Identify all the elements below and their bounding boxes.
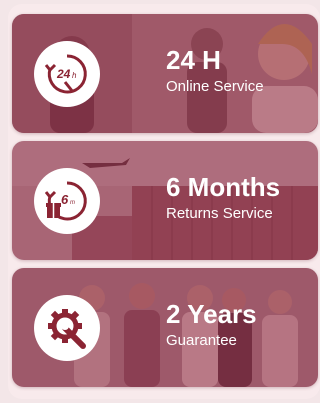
headline: 6 Months: [166, 172, 281, 202]
svg-text:24: 24: [56, 67, 71, 81]
gear-wrench-icon: [48, 309, 86, 349]
icon-badge: 6 m: [34, 168, 100, 234]
headline: 24 H: [166, 45, 221, 75]
6-clock-gift-icon: 6 m: [45, 181, 87, 221]
icon-badge: 24 h: [34, 41, 100, 107]
feature-card-online-service[interactable]: 24 h 24 H Online Service: [12, 14, 318, 133]
svg-text:6: 6: [61, 192, 69, 207]
icon-badge: [34, 295, 100, 361]
subtitle: Guarantee: [166, 332, 237, 349]
headline: 2 Years: [166, 299, 257, 329]
svg-text:m: m: [70, 200, 75, 206]
feature-card-guarantee[interactable]: 2 Years Guarantee: [12, 268, 318, 387]
feature-card-returns-service[interactable]: 6 m 6 Months Returns Service: [12, 141, 318, 260]
subtitle: Returns Service: [166, 205, 273, 222]
24h-clock-icon: 24 h: [45, 54, 87, 94]
subtitle: Online Service: [166, 78, 264, 95]
svg-text:h: h: [72, 71, 77, 80]
